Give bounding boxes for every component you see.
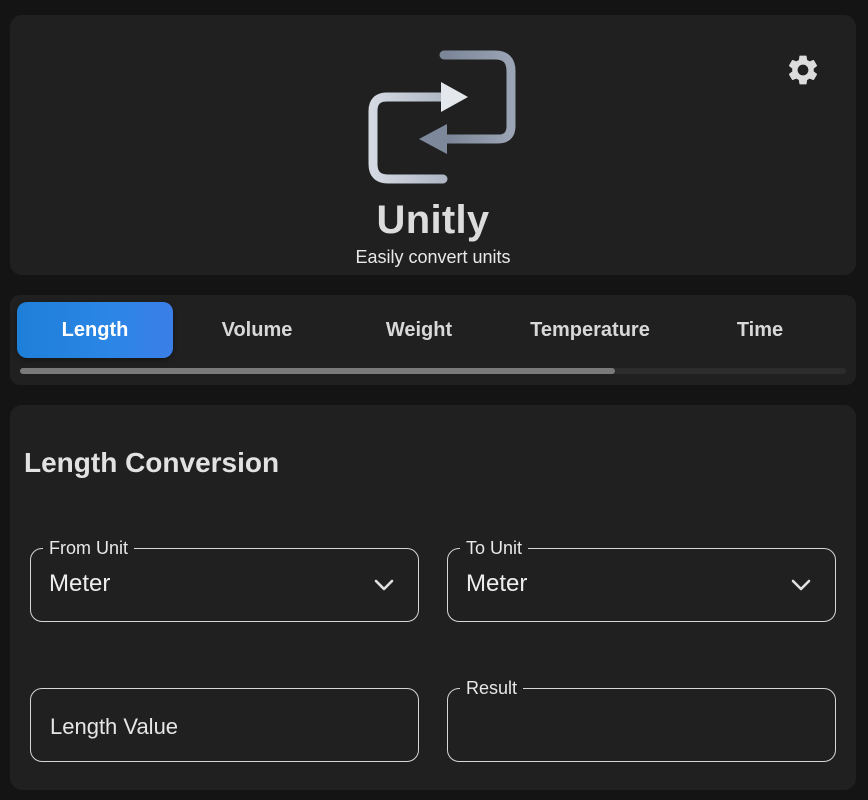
to-unit-label: To Unit: [460, 536, 529, 560]
settings-button[interactable]: [784, 51, 822, 89]
result-label: Result: [460, 676, 524, 700]
to-unit-value: Meter: [466, 570, 528, 597]
length-value-placeholder: Length Value: [50, 714, 179, 739]
tab-weight[interactable]: Weight: [342, 302, 496, 358]
section-title: Length Conversion: [24, 447, 280, 478]
result-field: Result: [447, 676, 836, 762]
from-unit-select[interactable]: From Unit Meter: [30, 536, 419, 622]
app-subtitle: Easily convert units: [355, 247, 511, 267]
tab-temperature[interactable]: Temperature: [504, 302, 676, 358]
app-title: Unitly: [376, 198, 490, 242]
from-unit-value: Meter: [49, 570, 111, 597]
tab-volume[interactable]: Volume: [180, 302, 334, 358]
from-unit-label: From Unit: [43, 536, 135, 560]
header-card: Unitly Easily convert units: [10, 15, 856, 275]
gear-icon: [788, 55, 818, 85]
tab-length[interactable]: Length: [17, 302, 173, 358]
length-value-input[interactable]: Length Value: [30, 688, 419, 762]
to-unit-select[interactable]: To Unit Meter: [447, 536, 836, 622]
chevron-down-icon: [791, 579, 811, 591]
tabs-scrollbar-thumb[interactable]: [20, 368, 615, 374]
swap-arrows-icon: [368, 50, 516, 184]
tab-time[interactable]: Time: [682, 302, 838, 358]
tabs-scrollbar[interactable]: [20, 368, 846, 374]
unit-category-tabs: Length Volume Weight Temperature Time: [10, 295, 856, 385]
conversion-card: Length Conversion From Unit Meter To Uni…: [10, 405, 856, 790]
chevron-down-icon: [374, 579, 394, 591]
